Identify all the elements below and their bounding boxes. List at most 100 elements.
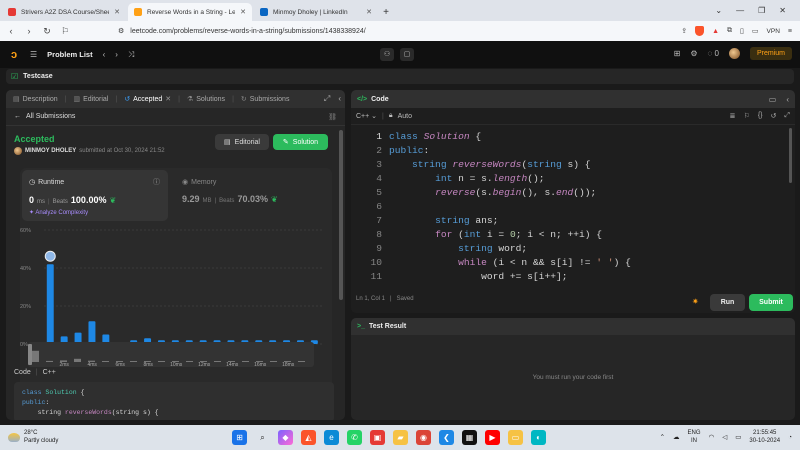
collapse-icon[interactable]: ‹ <box>338 94 341 104</box>
prev-problem-icon[interactable]: ‹ <box>103 50 106 59</box>
link-icon[interactable]: ⛓ <box>328 113 337 121</box>
site-settings-icon[interactable]: ⚙ <box>118 27 124 35</box>
chevron-down-icon[interactable]: ⌄ <box>715 6 722 15</box>
weather-widget[interactable]: 28°C Partly cloudy <box>8 429 58 445</box>
close-window-icon[interactable]: ✕ <box>779 6 786 15</box>
runtime-distribution-chart[interactable]: 60%40%20%0%2ms4ms6ms8ms10ms12ms14ms16ms1… <box>20 224 332 356</box>
tab-description[interactable]: ▤ Description <box>10 95 61 104</box>
copilot-icon[interactable]: ◆ <box>278 430 293 445</box>
volume-icon[interactable]: ◁ <box>722 433 727 441</box>
tab-accepted[interactable]: ↺ Accepted ✕ <box>121 95 174 104</box>
language-indicator[interactable]: ENG IN <box>688 429 701 445</box>
windows-start-icon[interactable]: ⊞ <box>232 430 247 445</box>
all-submissions-bar[interactable]: ← All Submissions ⛓ <box>6 108 345 126</box>
format-icon[interactable]: ≣ <box>730 112 736 120</box>
close-tab-icon[interactable]: ✕ <box>165 95 171 103</box>
folder-icon[interactable]: ▭ <box>508 430 523 445</box>
teams-icon[interactable]: ◐ <box>531 430 546 445</box>
avatar[interactable] <box>14 147 22 155</box>
runtime-box[interactable]: ◷ Runtime ⓘ 0 ms | Beats 100.00% ❦ ✦ Anal… <box>22 170 168 221</box>
info-icon[interactable]: ⓘ <box>153 177 160 187</box>
layout-icon[interactable]: ⊞ <box>674 49 681 58</box>
solution-button[interactable]: ✎ Solution <box>273 134 328 150</box>
code-editor[interactable]: 1 2 3 4 5 6 7 8 9 10 11 class Solution {public: st… <box>351 126 795 282</box>
back-icon[interactable]: ‹ <box>6 26 16 36</box>
premium-button[interactable]: Premium <box>749 47 792 60</box>
url-field[interactable]: ⚙ leetcode.com/problems/reverse-words-in… <box>118 24 598 38</box>
submit-button[interactable]: Submit <box>749 294 793 311</box>
browser-tab[interactable]: Strivers A2Z DSA Course/Sheet - Co ✕ <box>2 3 126 21</box>
fullscreen-icon[interactable]: ⤢ <box>784 112 790 120</box>
leetcode-logo-icon[interactable]: ↄ <box>8 49 20 61</box>
tab-submissions[interactable]: ↻ Submissions <box>238 95 293 104</box>
pycharm-icon[interactable]: ▦ <box>462 430 477 445</box>
back-arrow-icon[interactable]: ← <box>14 113 21 120</box>
bookmark-icon[interactable]: ⚐ <box>60 26 70 37</box>
forward-icon[interactable]: › <box>24 26 34 36</box>
close-tab-icon[interactable]: ✕ <box>366 8 372 16</box>
pdf-reader-icon[interactable]: ▣ <box>370 430 385 445</box>
whatsapp-icon[interactable]: ✆ <box>347 430 362 445</box>
menu-icon[interactable]: ≡ <box>788 28 792 35</box>
close-tab-icon[interactable]: ✕ <box>114 8 120 16</box>
braces-icon[interactable]: {} <box>758 112 763 120</box>
browser-tab[interactable]: Minmoy Dholey | LinkedIn ✕ <box>254 3 378 21</box>
memory-title[interactable]: ◉ Memory <box>182 178 216 187</box>
vpn-button[interactable]: VPN <box>767 28 780 35</box>
run-button[interactable]: Run <box>710 294 745 311</box>
problem-list-link[interactable]: Problem List <box>47 50 92 59</box>
battery-icon[interactable]: ▭ <box>735 433 741 441</box>
close-tab-icon[interactable]: ✕ <box>240 8 246 16</box>
vscode-icon[interactable]: ❮ <box>439 430 454 445</box>
reset-icon[interactable]: ↺ <box>771 112 777 120</box>
editorial-button[interactable]: ▤ Editorial <box>215 134 269 150</box>
bookmark-icon[interactable]: ⚐ <box>744 112 750 120</box>
username[interactable]: MINMOY DHOLEY <box>25 148 76 154</box>
notes-icon[interactable]: ▢ <box>400 48 414 61</box>
all-submissions-link[interactable]: All Submissions <box>26 113 75 120</box>
list-icon[interactable]: ☰ <box>30 50 37 59</box>
minimize-icon[interactable]: — <box>736 6 744 15</box>
brave-shield-icon[interactable] <box>695 26 705 36</box>
tab-editorial[interactable]: ▥ Editorial <box>70 95 111 104</box>
scrollbar[interactable] <box>789 128 792 183</box>
restore-icon[interactable]: ❐ <box>758 6 765 15</box>
expand-icon[interactable]: ▭ <box>769 95 777 104</box>
language-select[interactable]: C++ ⌄ <box>356 112 377 120</box>
settings-gear-icon[interactable]: ⚙ <box>690 49 697 58</box>
chart-bar[interactable] <box>88 321 96 344</box>
sidebar-icon[interactable]: ▯ <box>740 27 744 35</box>
file-explorer-icon[interactable]: ▰ <box>393 430 408 445</box>
chart-bar[interactable] <box>46 264 54 344</box>
expand-icon[interactable]: ⤢ <box>324 94 330 104</box>
warning-triangle-icon[interactable]: ▲ <box>712 28 719 35</box>
debug-icon[interactable]: ⚇ <box>380 48 394 61</box>
brave-browser-icon[interactable]: ◭ <box>301 430 316 445</box>
tab-solutions[interactable]: ⚗ Solutions <box>184 95 228 104</box>
browser-tab-active[interactable]: Reverse Words in a String - Lee ✕ <box>128 3 252 21</box>
search-icon[interactable]: ⌕ <box>255 430 270 445</box>
extensions-icon[interactable]: ⧉ <box>727 27 732 35</box>
notifications-icon[interactable]: ◔ <box>788 434 792 441</box>
analyze-complexity-link[interactable]: ✦ Analyze Complexity <box>29 209 88 216</box>
new-tab-button[interactable]: + <box>378 3 394 21</box>
auto-label[interactable]: Auto <box>398 113 412 120</box>
reload-icon[interactable]: ↻ <box>42 26 52 37</box>
share-icon[interactable]: ⇪ <box>681 27 687 35</box>
ai-wand-icon[interactable]: ✷ <box>692 297 699 306</box>
testcase-strip[interactable]: ☑ Testcase <box>6 69 794 84</box>
next-problem-icon[interactable]: › <box>115 50 118 59</box>
wallet-icon[interactable]: ▭ <box>752 27 759 35</box>
edge-icon[interactable]: e <box>324 430 339 445</box>
chevron-up-icon[interactable]: ⌃ <box>660 433 665 441</box>
scrollbar[interactable] <box>339 130 343 300</box>
shuffle-icon[interactable]: ⤨ <box>128 50 134 60</box>
streak-fire-icon[interactable]: ◌ 0 <box>708 49 719 58</box>
chrome-icon[interactable]: ◉ <box>416 430 431 445</box>
youtube-icon[interactable]: ▶ <box>485 430 500 445</box>
scrubber-handle[interactable] <box>28 344 32 365</box>
clock[interactable]: 21:55:45 30-10-2024 <box>749 429 780 445</box>
collapse-icon[interactable]: ‹ <box>786 95 789 104</box>
wifi-icon[interactable]: ◠ <box>709 433 715 441</box>
chart-range-scrubber[interactable]: 2ms 4ms 6ms 8ms 10ms 12ms 14ms 16ms 18ms <box>28 342 314 368</box>
